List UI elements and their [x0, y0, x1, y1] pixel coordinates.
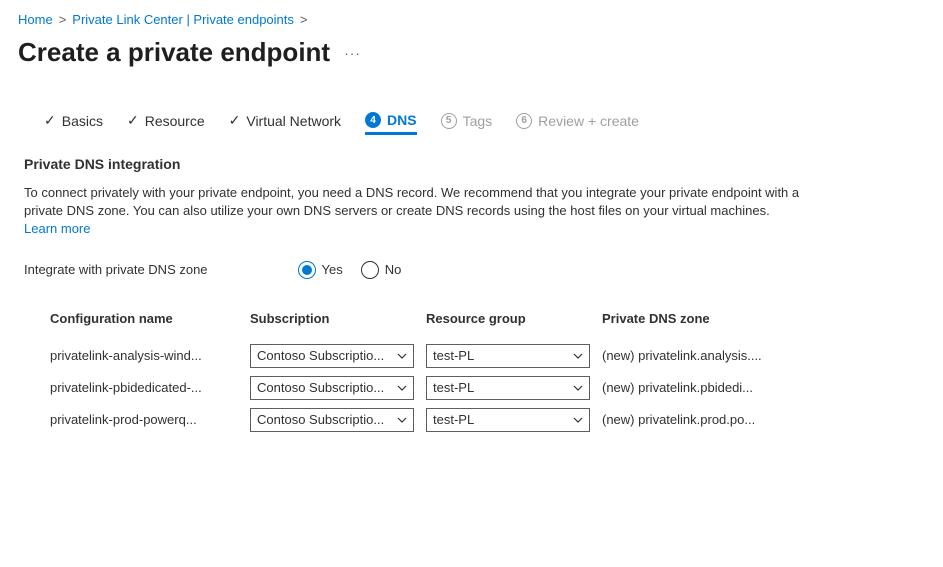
tab-label: Basics — [62, 113, 103, 129]
page-header: Create a private endpoint ··· — [18, 37, 925, 68]
subscription-dropdown[interactable]: Contoso Subscriptio... — [250, 408, 414, 432]
resource-group-dropdown[interactable]: test-PL — [426, 344, 590, 368]
chevron-down-icon — [573, 415, 583, 425]
subscription-dropdown[interactable]: Contoso Subscriptio... — [250, 376, 414, 400]
dns-config-table: Configuration name Subscription Resource… — [50, 307, 910, 432]
integrate-row: Integrate with private DNS zone Yes No — [24, 261, 925, 279]
tab-basics[interactable]: ✓ Basics — [44, 106, 103, 135]
dropdown-value: test-PL — [433, 412, 474, 427]
desc-text: To connect privately with your private e… — [24, 185, 799, 218]
subscription-dropdown[interactable]: Contoso Subscriptio... — [250, 344, 414, 368]
check-icon: ✓ — [44, 112, 56, 129]
section-title: Private DNS integration — [24, 156, 925, 172]
table-row: privatelink-pbidedicated-... Contoso Sub… — [50, 376, 910, 400]
resource-group-dropdown[interactable]: test-PL — [426, 376, 590, 400]
config-name-cell: privatelink-analysis-wind... — [50, 348, 250, 363]
header-subscription: Subscription — [250, 307, 426, 330]
tab-label: Resource — [145, 113, 205, 129]
header-resource-group: Resource group — [426, 307, 602, 330]
tab-label: DNS — [387, 112, 417, 128]
radio-label: Yes — [322, 262, 343, 277]
tab-label: Tags — [463, 113, 493, 129]
step-number: 4 — [365, 112, 381, 128]
wizard-tabs: ✓ Basics ✓ Resource ✓ Virtual Network 4 … — [18, 106, 925, 136]
integrate-label: Integrate with private DNS zone — [24, 262, 208, 277]
dns-zone-cell: (new) privatelink.prod.po... — [602, 412, 842, 427]
step-number: 6 — [516, 113, 532, 129]
tab-tags[interactable]: 5 Tags — [441, 107, 493, 135]
chevron-down-icon — [573, 383, 583, 393]
radio-icon — [361, 261, 379, 279]
integrate-radio-group: Yes No — [298, 261, 402, 279]
table-row: privatelink-prod-powerq... Contoso Subsc… — [50, 408, 910, 432]
check-icon: ✓ — [229, 112, 241, 129]
config-name-cell: privatelink-pbidedicated-... — [50, 380, 250, 395]
chevron-down-icon — [397, 351, 407, 361]
step-number: 5 — [441, 113, 457, 129]
tab-label: Virtual Network — [246, 113, 341, 129]
chevron-down-icon — [397, 415, 407, 425]
radio-yes[interactable]: Yes — [298, 261, 343, 279]
dns-zone-cell: (new) privatelink.pbidedi... — [602, 380, 842, 395]
check-icon: ✓ — [127, 112, 139, 129]
chevron-down-icon — [397, 383, 407, 393]
header-private-dns-zone: Private DNS zone — [602, 307, 842, 330]
dropdown-value: Contoso Subscriptio... — [257, 348, 384, 363]
learn-more-link[interactable]: Learn more — [24, 221, 90, 236]
tab-virtual-network[interactable]: ✓ Virtual Network — [229, 106, 341, 135]
tab-resource[interactable]: ✓ Resource — [127, 106, 205, 135]
dropdown-value: test-PL — [433, 380, 474, 395]
header-config-name: Configuration name — [50, 307, 250, 330]
breadcrumb-home[interactable]: Home — [18, 12, 53, 27]
dropdown-value: Contoso Subscriptio... — [257, 412, 384, 427]
page-title: Create a private endpoint — [18, 37, 330, 68]
chevron-right-icon: > — [300, 12, 308, 27]
more-menu-icon[interactable]: ··· — [344, 45, 361, 61]
breadcrumb: Home > Private Link Center | Private end… — [18, 12, 925, 27]
radio-no[interactable]: No — [361, 261, 402, 279]
dns-section: Private DNS integration To connect priva… — [18, 156, 925, 432]
section-description: To connect privately with your private e… — [24, 184, 804, 239]
dropdown-value: test-PL — [433, 348, 474, 363]
config-name-cell: privatelink-prod-powerq... — [50, 412, 250, 427]
table-row: privatelink-analysis-wind... Contoso Sub… — [50, 344, 910, 368]
chevron-down-icon — [573, 351, 583, 361]
chevron-right-icon: > — [59, 12, 67, 27]
breadcrumb-plc[interactable]: Private Link Center | Private endpoints — [72, 12, 294, 27]
tab-dns[interactable]: 4 DNS — [365, 106, 417, 135]
dropdown-value: Contoso Subscriptio... — [257, 380, 384, 395]
tab-label: Review + create — [538, 113, 639, 129]
radio-label: No — [385, 262, 402, 277]
table-header-row: Configuration name Subscription Resource… — [50, 307, 910, 330]
resource-group-dropdown[interactable]: test-PL — [426, 408, 590, 432]
radio-icon — [298, 261, 316, 279]
dns-zone-cell: (new) privatelink.analysis.... — [602, 348, 842, 363]
tab-review-create[interactable]: 6 Review + create — [516, 107, 639, 135]
